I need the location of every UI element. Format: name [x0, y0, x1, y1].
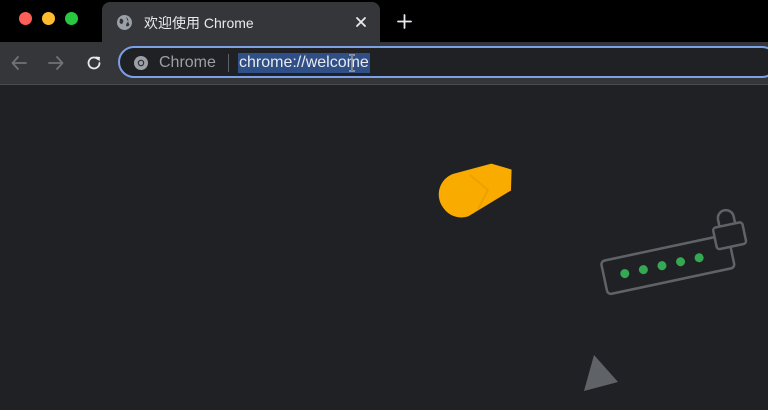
- back-arrow-icon[interactable]: [10, 54, 28, 72]
- toolbar: Chrome chrome://welcome: [0, 42, 768, 85]
- globe-icon: [117, 15, 132, 30]
- close-window-button[interactable]: [19, 12, 32, 25]
- minimize-window-button[interactable]: [42, 12, 55, 25]
- site-chip-label: Chrome: [159, 54, 216, 71]
- zoom-window-button[interactable]: [65, 12, 78, 25]
- yellow-pill-shape: [438, 163, 512, 218]
- new-tab-button[interactable]: [396, 13, 413, 30]
- forward-arrow-icon[interactable]: [47, 54, 65, 72]
- welcome-page: [0, 85, 768, 410]
- illustration-canvas: [438, 163, 748, 391]
- grey-triangle-shape: [584, 355, 618, 391]
- padlock-icon: [711, 208, 748, 251]
- tab-strip: 欢迎使用 Chrome: [0, 0, 768, 42]
- reload-icon[interactable]: [85, 54, 103, 72]
- address-bar[interactable]: Chrome chrome://welcome: [118, 46, 768, 78]
- close-tab-icon[interactable]: [353, 14, 369, 30]
- tab-title: 欢迎使用 Chrome: [144, 15, 254, 31]
- chrome-logo-icon: [134, 56, 148, 70]
- omnibox-divider: [228, 54, 229, 72]
- text-cursor-icon: [349, 54, 355, 72]
- tab-welcome[interactable]: 欢迎使用 Chrome: [102, 2, 380, 42]
